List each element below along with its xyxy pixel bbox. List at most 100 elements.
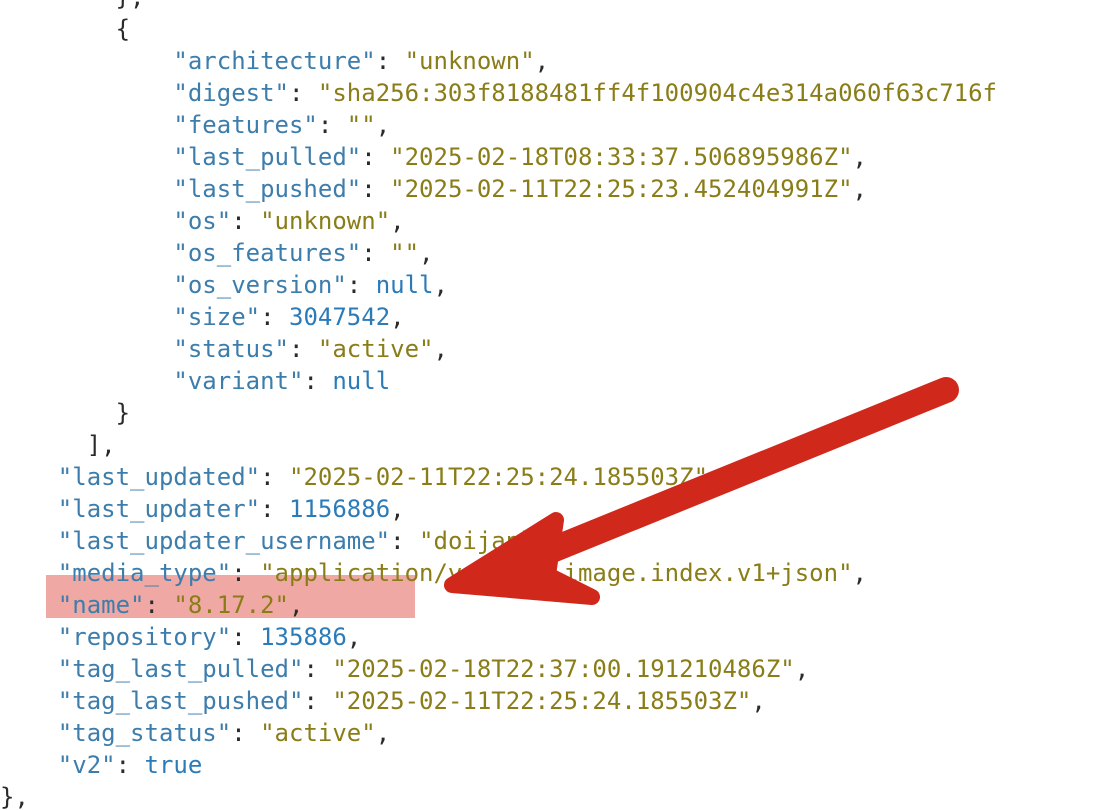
json-key: "variant" (173, 367, 304, 395)
code-line: "variant": null (0, 365, 1112, 397)
json-string-value: "active" (260, 719, 376, 747)
json-punctuation: : (375, 47, 405, 75)
json-string-value: "" (346, 111, 376, 139)
json-punctuation: : (260, 495, 289, 523)
json-key: "last_updated" (57, 463, 261, 491)
json-key: "architecture" (173, 47, 376, 75)
json-punctuation: , (419, 239, 434, 267)
json-key: "size" (173, 303, 261, 331)
json-string-value: "" (390, 239, 420, 267)
code-line: "last_pushed": "2025-02-11T22:25:23.4524… (0, 173, 1112, 205)
json-key: "v2" (57, 751, 116, 779)
code-line: "last_pulled": "2025-02-18T08:33:37.5068… (0, 141, 1112, 173)
json-code-block: }, { "architecture": "unknown", "digest"… (0, 0, 1112, 810)
code-line: } (0, 397, 1112, 429)
json-key: "os_features" (173, 239, 362, 267)
json-punctuation: , (375, 111, 391, 139)
json-punctuation: , (794, 655, 810, 683)
json-punctuation: }, (0, 783, 29, 810)
json-punctuation: : (361, 175, 391, 203)
json-number-value: 1156886 (289, 495, 391, 523)
json-punctuation: ], (86, 431, 116, 459)
json-literal-value: null (332, 367, 391, 395)
json-punctuation: : (288, 79, 318, 107)
code-line: "os_features": "", (0, 237, 1112, 269)
json-punctuation: , (708, 463, 723, 491)
json-punctuation: : (231, 719, 261, 747)
json-punctuation: : (260, 303, 289, 331)
json-key: "last_updater_username" (57, 527, 391, 555)
json-key: "repository" (57, 623, 232, 651)
code-line: "v2": true (0, 749, 1112, 781)
json-key: "features" (173, 111, 318, 139)
code-line: "status": "active", (0, 333, 1112, 365)
code-line: "repository": 135886, (0, 621, 1112, 653)
code-line: "last_updated": "2025-02-11T22:25:24.185… (0, 461, 1112, 493)
code-line: ], (0, 429, 1112, 461)
json-punctuation: , (375, 719, 391, 747)
json-key: "status" (173, 335, 289, 363)
code-line: "digest": "sha256:303f8188481ff4f100904c… (0, 77, 1112, 109)
json-string-value: "unknown" (260, 207, 391, 235)
json-punctuation: , (289, 591, 304, 619)
json-key: "tag_last_pulled" (57, 655, 304, 683)
json-string-value: "2025-02-18T22:37:00.191210486Z" (332, 655, 795, 683)
json-string-value: "application/vnd.oci.image.index.v1+json… (260, 559, 853, 587)
json-punctuation: , (852, 175, 867, 203)
json-punctuation: , (390, 207, 405, 235)
json-punctuation: : (361, 239, 391, 267)
json-key: "tag_status" (57, 719, 232, 747)
json-punctuation: , (433, 335, 448, 363)
code-line: "last_updater_username": "doijanky", (0, 525, 1112, 557)
json-punctuation: , (390, 495, 405, 523)
json-punctuation: , (563, 527, 578, 555)
json-punctuation: : (346, 271, 376, 299)
code-line: "os_version": null, (0, 269, 1112, 301)
json-string-value: "sha256:303f8188481ff4f100904c4e314a060f… (317, 79, 998, 107)
code-line: "tag_status": "active", (0, 717, 1112, 749)
code-line: }, (0, 0, 1112, 13)
code-line: "tag_last_pushed": "2025-02-11T22:25:24.… (0, 685, 1112, 717)
code-line: "architecture": "unknown", (0, 45, 1112, 77)
json-string-value: "8.17.2" (173, 591, 289, 619)
json-literal-value: true (144, 751, 203, 779)
json-punctuation: , (751, 687, 766, 715)
json-string-value: "2025-02-11T22:25:24.185503Z" (332, 687, 752, 715)
json-punctuation: }, (116, 0, 145, 11)
json-key: "digest" (173, 79, 289, 107)
json-string-value: "active" (317, 335, 434, 363)
json-punctuation: : (231, 559, 261, 587)
json-string-value: "unknown" (404, 47, 535, 75)
json-string-value: "2025-02-11T22:25:24.185503Z" (289, 463, 709, 491)
json-punctuation: : (303, 367, 333, 395)
json-key: "name" (57, 591, 145, 619)
json-key: "last_updater" (57, 495, 261, 523)
json-literal-value: null (375, 271, 434, 299)
json-punctuation: , (390, 303, 405, 331)
code-line: "features": "", (0, 109, 1112, 141)
code-line: }, (0, 781, 1112, 810)
json-output-viewport: }, { "architecture": "unknown", "digest"… (0, 0, 1112, 810)
json-number-value: 135886 (260, 623, 347, 651)
code-line: "size": 3047542, (0, 301, 1112, 333)
json-string-value: "2025-02-11T22:25:23.452404991Z" (390, 175, 853, 203)
